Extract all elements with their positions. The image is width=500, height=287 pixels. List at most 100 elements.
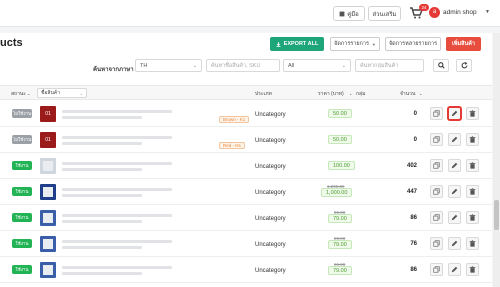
- product-price: 100.00: [328, 161, 355, 170]
- delete-button[interactable]: [466, 263, 479, 276]
- trash-icon: [469, 214, 476, 221]
- chevron-down-icon[interactable]: ⌄: [349, 91, 352, 96]
- copy-button[interactable]: [430, 263, 443, 276]
- status-select[interactable]: All ⌄: [283, 59, 351, 72]
- copy-button[interactable]: [430, 133, 443, 146]
- delete-button[interactable]: [466, 185, 479, 198]
- edit-button[interactable]: [448, 237, 461, 250]
- status-badge[interactable]: ใช้งาน: [12, 213, 32, 222]
- product-thumbnail[interactable]: [40, 210, 56, 226]
- user-name[interactable]: admin shop: [443, 9, 477, 16]
- edit-button[interactable]: [448, 107, 461, 120]
- product-name-line: [62, 266, 172, 269]
- product-name-line: [62, 188, 172, 191]
- edit-button[interactable]: [448, 133, 461, 146]
- copy-icon: [433, 136, 440, 143]
- copy-button[interactable]: [430, 237, 443, 250]
- table-row[interactable]: ไม่ใช้งาน 01 Red - K6 Uncategory 50.00 0: [0, 127, 492, 153]
- addons-button[interactable]: ส่วนเสริม: [368, 6, 401, 21]
- product-name-line: [62, 162, 172, 165]
- scrollbar-track[interactable]: [493, 33, 500, 287]
- avatar[interactable]: a: [429, 7, 440, 18]
- product-thumbnail[interactable]: [40, 262, 56, 278]
- product-thumbnail[interactable]: [40, 184, 56, 200]
- delete-button[interactable]: [466, 107, 479, 120]
- name-column-filter[interactable]: ชื่อสินค้า ⌄: [37, 88, 87, 98]
- copy-icon: [433, 188, 440, 195]
- table-row[interactable]: ใช้งาน Uncategory 99.00 79.00 86: [0, 205, 492, 231]
- pencil-icon: [451, 188, 458, 195]
- status-badge[interactable]: ใช้งาน: [12, 265, 32, 274]
- add-product-button[interactable]: เพิ่มสินค้า: [446, 37, 481, 51]
- edit-button[interactable]: [448, 185, 461, 198]
- batch-manage-button[interactable]: จัดการหลายรายการ: [385, 37, 441, 51]
- product-price: 79.00: [328, 214, 352, 223]
- chevron-down-icon[interactable]: ▼: [485, 9, 490, 15]
- product-thumbnail[interactable]: 01: [40, 132, 56, 148]
- copy-button[interactable]: [430, 211, 443, 224]
- status-badge[interactable]: ไม่ใช้งาน: [12, 109, 32, 118]
- pencil-icon: [451, 266, 458, 273]
- edit-button[interactable]: [448, 211, 461, 224]
- export-all-button[interactable]: EXPORT ALL: [270, 37, 324, 51]
- delete-button[interactable]: [466, 211, 479, 224]
- product-sku-line: [62, 194, 142, 197]
- product-search-input[interactable]: ค้นหาชื่อสินค้า, SKU: [206, 59, 280, 72]
- table-row[interactable]: ใช้งาน Uncategory 99.00 79.00 76: [0, 231, 492, 257]
- product-thumbnail[interactable]: [40, 236, 56, 252]
- table-row[interactable]: ใช้งาน Uncategory 100.00 402: [0, 153, 492, 179]
- product-thumbnail-label: 01: [45, 137, 51, 143]
- pencil-icon: [451, 136, 458, 143]
- refresh-button[interactable]: [456, 59, 472, 72]
- edit-button[interactable]: [448, 159, 461, 172]
- column-category[interactable]: ประเภท: [255, 90, 272, 98]
- status-badge[interactable]: ใช้งาน: [12, 187, 32, 196]
- column-qty[interactable]: จำนวน: [400, 90, 415, 98]
- status-badge[interactable]: ไม่ใช้งาน: [12, 135, 32, 144]
- export-all-label: EXPORT ALL: [283, 41, 319, 47]
- copy-button[interactable]: [430, 159, 443, 172]
- copy-button[interactable]: [430, 107, 443, 120]
- product-sku-line: [62, 220, 142, 223]
- copy-icon: [433, 214, 440, 221]
- status-badge[interactable]: ใช้งาน: [12, 239, 32, 248]
- search-button[interactable]: [433, 59, 449, 72]
- chevron-down-icon[interactable]: ⌄: [27, 91, 30, 96]
- table-row[interactable]: ใช้งาน Uncategory 99.00 79.00 86: [0, 257, 492, 283]
- scrollbar-thumb[interactable]: [494, 200, 499, 230]
- pencil-icon: [451, 162, 458, 169]
- product-qty: 0: [413, 137, 417, 143]
- edit-button[interactable]: [448, 263, 461, 276]
- batch-manage-label: จัดการหลายรายการ: [388, 41, 438, 47]
- delete-button[interactable]: [466, 159, 479, 172]
- column-group[interactable]: กลุ่ม: [356, 90, 365, 98]
- manual-label: คู่มือ: [347, 11, 359, 18]
- column-status[interactable]: สถานะ: [11, 90, 26, 98]
- delete-button[interactable]: [466, 237, 479, 250]
- top-bar: คู่มือ ส่วนเสริม 24 a admin shop ▼: [0, 0, 500, 27]
- status-badge[interactable]: ใช้งาน: [12, 161, 32, 170]
- category-search-placeholder: ค้นหากลุ่มสินค้า: [360, 62, 399, 69]
- copy-button[interactable]: [430, 185, 443, 198]
- manage-items-button[interactable]: จัดการรายการ ▼: [330, 37, 380, 51]
- download-icon: [276, 41, 281, 47]
- table-row[interactable]: ใช้งาน Uncategory 1,200.00 1,000.00 447: [0, 179, 492, 205]
- trash-icon: [469, 162, 476, 169]
- table-row[interactable]: ไม่ใช้งาน 01 Brown - K1 Uncategory 50.00…: [0, 101, 492, 127]
- chevron-down-icon[interactable]: ⌄: [419, 91, 422, 96]
- search-icon: [437, 62, 445, 69]
- language-select[interactable]: TH ⌄: [135, 59, 202, 72]
- category-search-input[interactable]: ค้นหากลุ่มสินค้า: [355, 59, 424, 72]
- delete-button[interactable]: [466, 133, 479, 146]
- product-search-placeholder: ค้นหาชื่อสินค้า, SKU: [211, 62, 261, 69]
- column-price[interactable]: ราคา (บาท): [318, 90, 344, 98]
- manual-button[interactable]: คู่มือ: [333, 6, 365, 21]
- product-thumbnail[interactable]: 01: [40, 106, 56, 122]
- product-sku-line: [62, 116, 142, 119]
- addons-label: ส่วนเสริม: [372, 11, 397, 18]
- product-name-line: [62, 110, 172, 113]
- copy-icon: [433, 162, 440, 169]
- book-icon: [339, 11, 345, 16]
- product-thumbnail[interactable]: [40, 158, 56, 174]
- add-product-label: เพิ่มสินค้า: [451, 41, 475, 47]
